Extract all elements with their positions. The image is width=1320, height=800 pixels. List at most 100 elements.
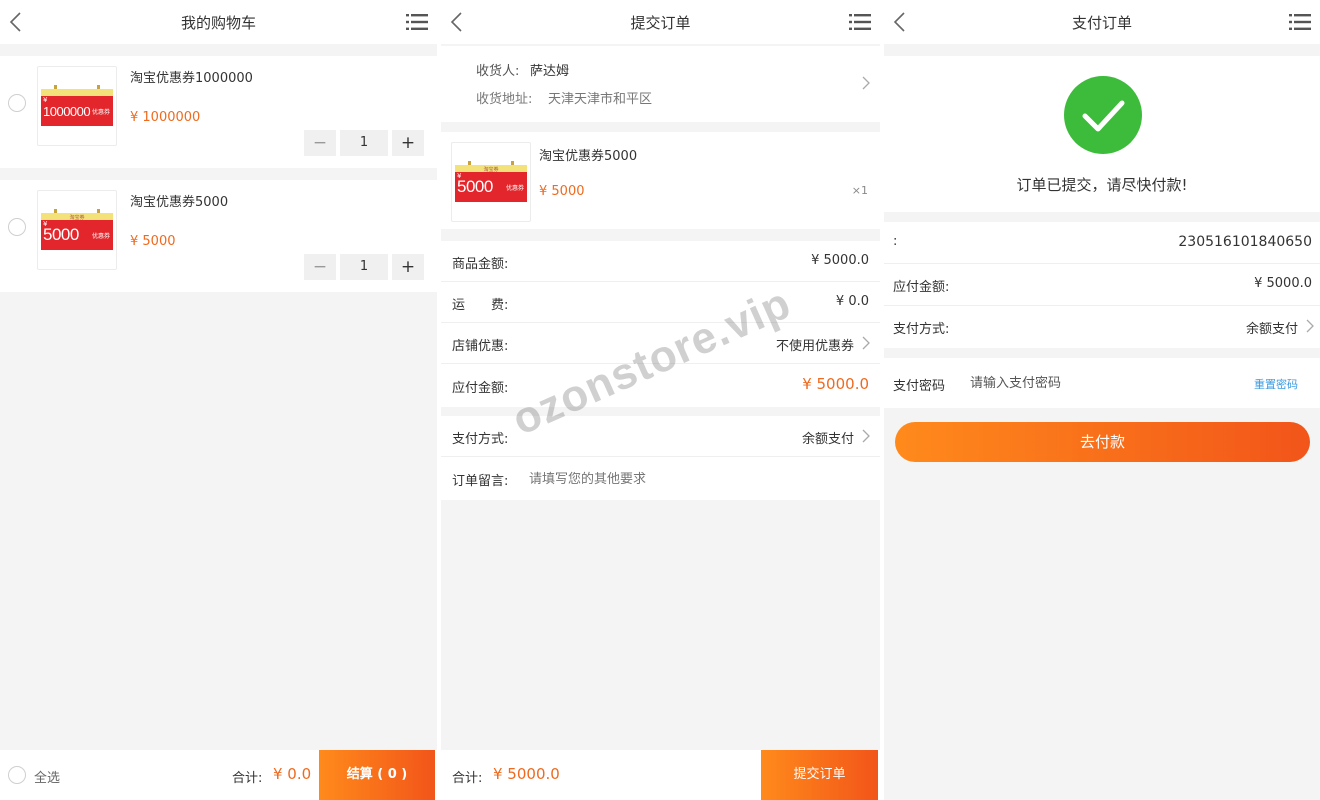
increase-button[interactable]: +: [392, 130, 424, 156]
order-number-value: 230516101840650: [1178, 234, 1312, 250]
pay-method-value[interactable]: 余额支付: [1246, 318, 1298, 337]
payment-method-label: 支付方式:: [452, 432, 509, 447]
price-summary: 商品金额: ¥ 5000.0 运 费: ¥ 0.0 店铺优惠: 不使用优惠券 应…: [441, 241, 880, 407]
quantity-value[interactable]: 1: [340, 254, 388, 280]
payable-value: ¥ 5000.0: [802, 375, 869, 393]
goods-amount-row: 商品金额: ¥ 5000.0: [441, 241, 880, 282]
order-note-row: 订单留言:: [441, 458, 880, 499]
chevron-right-icon: [862, 76, 870, 90]
pay-header: 支付订单: [884, 0, 1320, 44]
coupon-amount: 1000000: [43, 104, 91, 119]
order-number-label: :: [893, 234, 898, 249]
cart-item: ¥ 1000000 优惠券 淘宝优惠券1000000 ¥ 1000000 − 1…: [0, 56, 437, 168]
pay-method-label: 支付方式:: [893, 322, 950, 337]
cart-header: 我的购物车: [0, 0, 437, 44]
menu-list-icon[interactable]: [849, 13, 871, 31]
item-select-radio[interactable]: [8, 218, 26, 236]
quantity-value[interactable]: 1: [340, 130, 388, 156]
submit-order-button[interactable]: 提交订单: [761, 750, 878, 800]
order-screen: 提交订单 收货人: 萨达姆 收货地址: 天津天津市和平区 淘宝券 ¥ 5000 …: [441, 0, 880, 800]
coupon-image[interactable]: 淘宝券 ¥ 5000 优惠券: [451, 142, 531, 222]
pay-now-button[interactable]: 去付款: [895, 422, 1310, 462]
password-input[interactable]: [970, 367, 1220, 399]
pay-screen: 支付订单 订单已提交，请尽快付款! : 230516101840650 应付金额…: [884, 0, 1320, 800]
pay-amount-row: 应付金额: ¥ 5000.0: [884, 264, 1320, 306]
coupon-tag: 优惠券: [505, 185, 524, 192]
chevron-right-icon: [1306, 319, 1314, 333]
order-item-card: 淘宝券 ¥ 5000 优惠券 淘宝优惠券5000 ¥ 5000 ×1: [441, 132, 880, 229]
item-name[interactable]: 淘宝优惠券5000: [130, 191, 228, 210]
total-label: 合计:: [452, 771, 483, 786]
quantity-stepper: − 1 +: [304, 254, 424, 280]
goods-amount-value: ¥ 5000.0: [811, 253, 869, 268]
page-title: 我的购物车: [180, 14, 256, 32]
item-price: ¥ 1000000: [130, 110, 201, 125]
address-label: 收货地址:: [476, 92, 533, 107]
decrease-button[interactable]: −: [304, 130, 336, 156]
coupon-amount: 5000: [43, 225, 79, 244]
back-arrow-icon[interactable]: [449, 11, 467, 33]
pay-method-row[interactable]: 支付方式: 余额支付: [884, 306, 1320, 348]
select-all-label[interactable]: 全选: [34, 767, 60, 786]
payable-label: 应付金额:: [452, 381, 509, 396]
order-footer: 合计: ¥ 5000.0 提交订单: [441, 750, 880, 800]
total-label: 合计:: [232, 771, 263, 786]
password-row: 支付密码 重置密码: [884, 358, 1320, 408]
cart-footer: 全选 合计: ¥ 0.0 结算 ( 0 ): [0, 750, 437, 800]
coupon-image[interactable]: 淘宝券 ¥ 5000 优惠券: [37, 190, 117, 270]
pay-info-card: : 230516101840650 应付金额: ¥ 5000.0 支付方式: 余…: [884, 222, 1320, 348]
decrease-button[interactable]: −: [304, 254, 336, 280]
select-all-radio[interactable]: [8, 766, 26, 784]
order-note-input[interactable]: [529, 464, 849, 494]
checkmark-icon: [1064, 76, 1142, 154]
order-header: 提交订单: [441, 0, 880, 44]
increase-button[interactable]: +: [392, 254, 424, 280]
shipping-label: 运 费:: [452, 298, 509, 313]
total-value: ¥ 5000.0: [493, 765, 560, 783]
payment-method-row[interactable]: 支付方式: 余额支付: [441, 416, 880, 457]
page-title: 提交订单: [630, 14, 691, 32]
menu-list-icon[interactable]: [1289, 13, 1311, 31]
back-arrow-icon[interactable]: [8, 11, 26, 33]
address-value: 天津天津市和平区: [548, 92, 653, 107]
address-card[interactable]: 收货人: 萨达姆 收货地址: 天津天津市和平区: [441, 46, 880, 122]
item-price: ¥ 5000: [539, 184, 585, 199]
chevron-right-icon: [862, 336, 870, 350]
item-quantity: ×1: [851, 184, 868, 197]
chevron-right-icon: [862, 429, 870, 443]
quantity-stepper: − 1 +: [304, 130, 424, 156]
total-value: ¥ 0.0: [273, 765, 312, 783]
coupon-amount: 5000: [457, 177, 493, 196]
reset-password-link[interactable]: 重置密码: [1254, 376, 1298, 392]
shipping-row: 运 费: ¥ 0.0: [441, 282, 880, 323]
shop-discount-value[interactable]: 不使用优惠券: [776, 335, 854, 354]
shipping-value: ¥ 0.0: [835, 294, 869, 309]
shop-discount-row[interactable]: 店铺优惠: 不使用优惠券: [441, 323, 880, 364]
coupon-tag: 优惠券: [91, 233, 110, 240]
item-price: ¥ 5000: [130, 234, 176, 249]
order-number-row: : 230516101840650: [884, 222, 1320, 264]
recipient-label: 收货人:: [476, 64, 520, 79]
page-title: 支付订单: [1071, 14, 1132, 32]
checkout-button[interactable]: 结算 ( 0 ): [319, 750, 435, 800]
password-label: 支付密码: [893, 379, 946, 394]
payment-method-value[interactable]: 余额支付: [802, 428, 854, 447]
success-message: 订单已提交，请尽快付款!: [1016, 176, 1188, 194]
menu-list-icon[interactable]: [406, 13, 428, 31]
coupon-currency: ¥: [43, 96, 48, 104]
item-select-radio[interactable]: [8, 94, 26, 112]
coupon-image[interactable]: ¥ 1000000 优惠券: [37, 66, 117, 146]
recipient-name: 萨达姆: [530, 64, 570, 79]
cart-screen: 我的购物车 ¥ 1000000 优惠券 淘宝优惠券1000000 ¥ 10000…: [0, 0, 437, 800]
back-arrow-icon[interactable]: [892, 11, 910, 33]
pay-amount-label: 应付金额:: [893, 280, 950, 295]
item-name[interactable]: 淘宝优惠券1000000: [130, 67, 253, 86]
payment-card: 支付方式: 余额支付 订单留言:: [441, 416, 880, 500]
order-note-label: 订单留言:: [452, 474, 509, 489]
pay-amount-value: ¥ 5000.0: [1254, 276, 1312, 291]
goods-amount-label: 商品金额:: [452, 257, 509, 272]
cart-item: 淘宝券 ¥ 5000 优惠券 淘宝优惠券5000 ¥ 5000 − 1 +: [0, 180, 437, 292]
coupon-tag: 优惠券: [91, 109, 110, 116]
item-name: 淘宝优惠券5000: [539, 149, 638, 164]
success-panel: 订单已提交，请尽快付款!: [884, 56, 1320, 212]
